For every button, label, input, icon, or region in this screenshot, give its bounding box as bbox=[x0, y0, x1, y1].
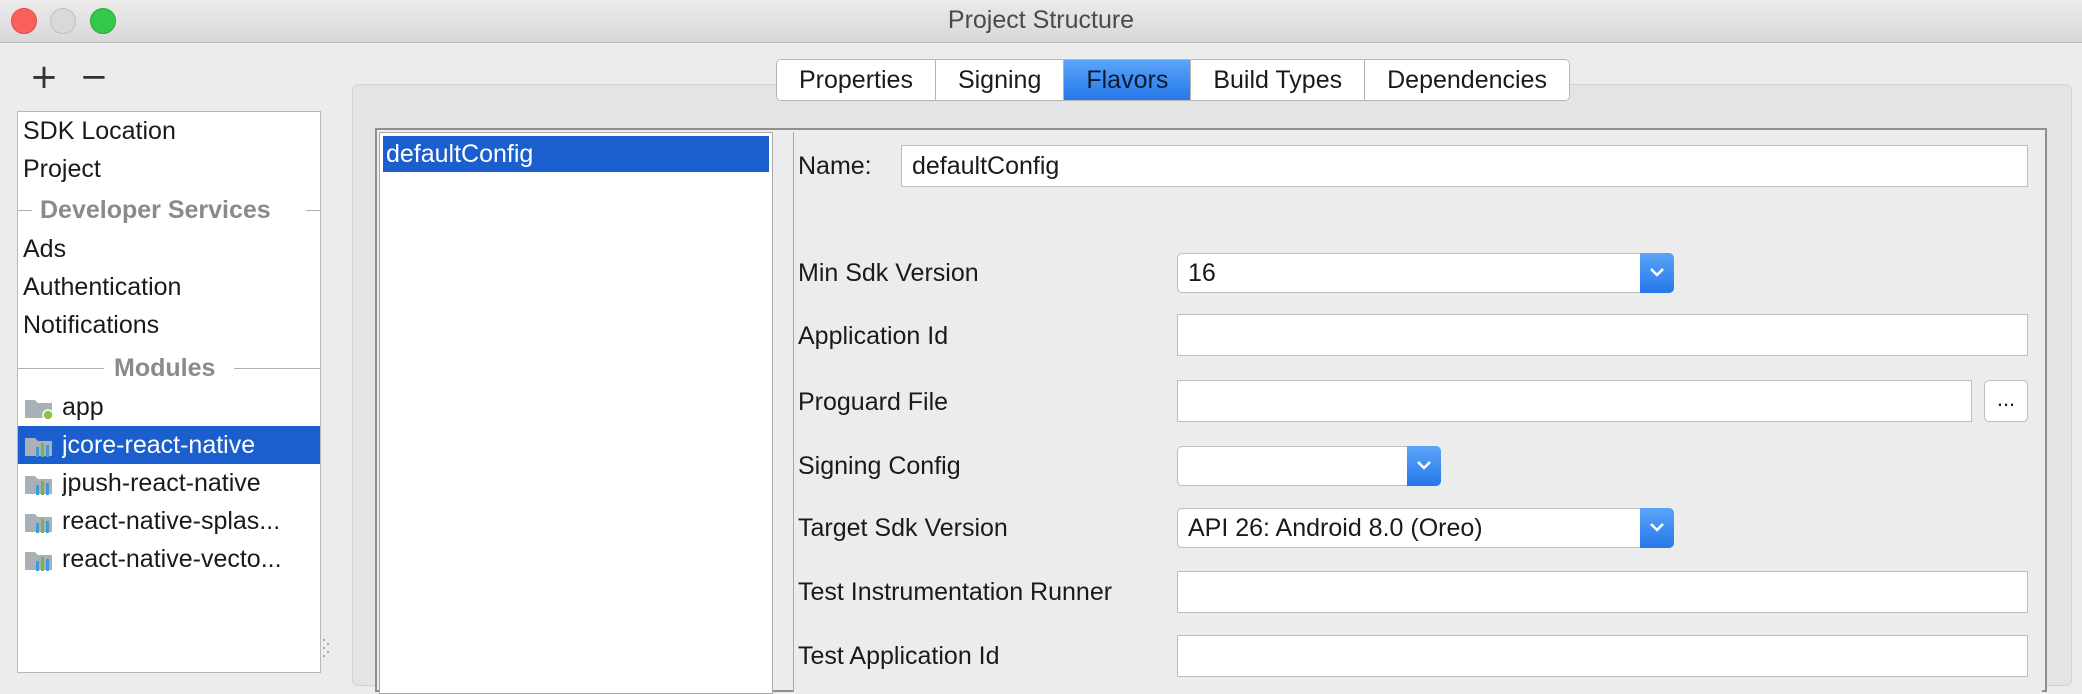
name-field[interactable]: defaultConfig bbox=[901, 145, 2028, 187]
library-module-icon bbox=[25, 476, 52, 495]
application-id-field[interactable] bbox=[1177, 314, 2028, 356]
remove-module-button[interactable]: − bbox=[77, 60, 111, 96]
tab-signing[interactable]: Signing bbox=[935, 60, 1065, 100]
library-module-icon bbox=[25, 438, 52, 457]
test-application-id-field[interactable] bbox=[1177, 635, 2028, 677]
name-label: Name: bbox=[798, 152, 872, 180]
library-module-icon bbox=[25, 552, 52, 571]
test-instrumentation-runner-label: Test Instrumentation Runner bbox=[798, 578, 1113, 606]
signing-config-select[interactable] bbox=[1177, 446, 1441, 486]
library-module-icon bbox=[25, 514, 52, 533]
proguard-file-field[interactable] bbox=[1177, 380, 1972, 422]
tab-bar: Properties Signing Flavors Build Types D… bbox=[776, 59, 1570, 101]
browse-proguard-button[interactable]: ... bbox=[1984, 380, 2028, 422]
chevron-down-icon bbox=[1640, 253, 1674, 293]
tab-properties[interactable]: Properties bbox=[777, 60, 936, 100]
target-sdk-version-label: Target Sdk Version bbox=[798, 514, 1008, 542]
chevron-down-icon bbox=[1640, 508, 1674, 548]
min-sdk-version-label: Min Sdk Version bbox=[798, 259, 979, 287]
signing-config-label: Signing Config bbox=[798, 452, 961, 480]
module-item-jcore-react-native[interactable]: jcore-react-native bbox=[18, 426, 320, 464]
sidebar-item-notifications[interactable]: Notifications bbox=[18, 306, 320, 344]
sidebar-item-sdk-location[interactable]: SDK Location bbox=[18, 112, 320, 150]
tab-dependencies[interactable]: Dependencies bbox=[1365, 60, 1569, 100]
splitter-grip-icon[interactable] bbox=[322, 636, 330, 660]
module-item-react-native-splash[interactable]: react-native-splas... bbox=[18, 502, 320, 540]
tab-build-types[interactable]: Build Types bbox=[1191, 60, 1366, 100]
android-module-folder-icon bbox=[25, 400, 54, 420]
sidebar-item-project[interactable]: Project bbox=[18, 150, 320, 188]
module-item-react-native-vector[interactable]: react-native-vecto... bbox=[18, 540, 320, 578]
section-header-developer-services: Developer Services bbox=[18, 192, 320, 228]
chevron-down-icon bbox=[1407, 446, 1441, 486]
test-instrumentation-runner-field[interactable] bbox=[1177, 571, 2028, 613]
application-id-label: Application Id bbox=[798, 322, 949, 350]
sidebar-item-ads[interactable]: Ads bbox=[18, 230, 320, 268]
title-bar: Project Structure bbox=[0, 0, 2082, 43]
proguard-file-label: Proguard File bbox=[798, 388, 949, 416]
test-application-id-label: Test Application Id bbox=[798, 642, 1000, 670]
flavor-list: defaultConfig bbox=[379, 132, 773, 694]
sidebar-list: SDK Location Project Developer Services … bbox=[17, 111, 321, 673]
tab-flavors[interactable]: Flavors bbox=[1064, 60, 1192, 100]
sidebar-item-authentication[interactable]: Authentication bbox=[18, 268, 320, 306]
module-item-jpush-react-native[interactable]: jpush-react-native bbox=[18, 464, 320, 502]
min-sdk-version-select[interactable]: 16 bbox=[1177, 253, 1674, 293]
window-title: Project Structure bbox=[947, 6, 1135, 34]
section-header-modules: Modules bbox=[18, 350, 320, 386]
flavor-item-defaultconfig[interactable]: defaultConfig bbox=[383, 136, 769, 172]
add-module-button[interactable]: + bbox=[27, 60, 61, 96]
module-item-app[interactable]: app bbox=[18, 388, 320, 426]
target-sdk-version-select[interactable]: API 26: Android 8.0 (Oreo) bbox=[1177, 508, 1674, 548]
